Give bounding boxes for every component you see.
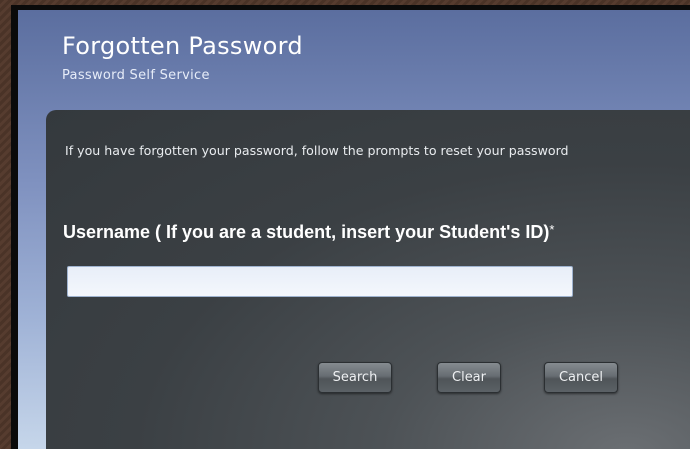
cancel-button[interactable]: Cancel — [544, 362, 618, 393]
clear-button[interactable]: Clear — [437, 362, 501, 393]
page-subtitle: Password Self Service — [62, 68, 210, 83]
forgotten-password-window: Forgotten Password Password Self Service… — [18, 10, 690, 449]
search-button[interactable]: Search — [318, 362, 392, 393]
username-label-text: Username ( If you are a student, insert … — [63, 222, 550, 242]
username-input[interactable] — [67, 266, 573, 297]
page-title: Forgotten Password — [62, 32, 303, 60]
username-label: Username ( If you are a student, insert … — [63, 222, 554, 243]
required-marker: * — [549, 222, 555, 237]
intro-text: If you have forgotten your password, fol… — [65, 143, 569, 158]
form-panel: If you have forgotten your password, fol… — [46, 110, 690, 449]
